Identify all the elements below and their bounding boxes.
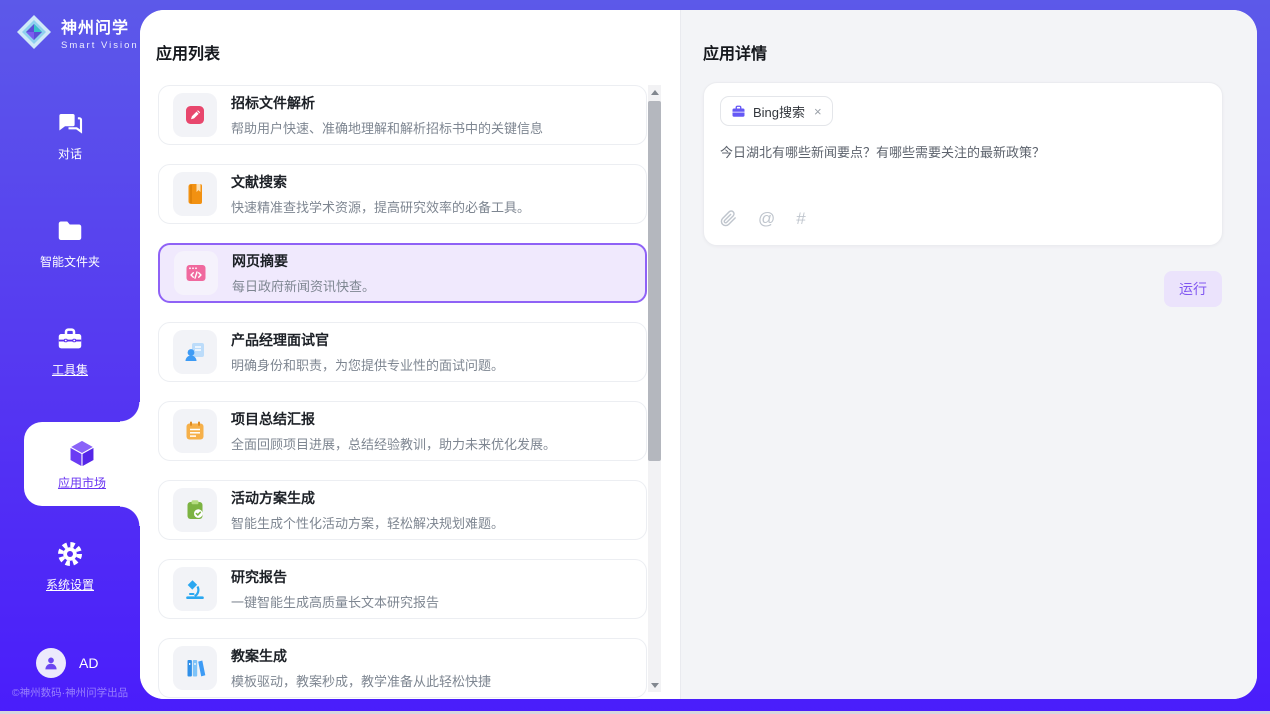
books-icon: [183, 656, 207, 680]
app-name: 项目总结汇报: [231, 409, 556, 429]
sidebar-item-label: 智能文件夹: [40, 253, 100, 270]
hashtag-icon[interactable]: #: [796, 210, 805, 227]
person-icon: [42, 654, 60, 672]
pen-square-icon: [183, 103, 207, 127]
sidebar-item-label: 系统设置: [46, 576, 94, 593]
paperclip-icon[interactable]: [720, 210, 737, 227]
tool-tag-label: Bing搜索: [753, 102, 805, 121]
app-card-lesson-plan[interactable]: 教案生成 模板驱动，教案秒成，教学准备从此轻松快捷: [158, 638, 647, 698]
user-name: AD: [79, 655, 98, 671]
app-desc: 明确身份和职责，为您提供专业性的面试问题。: [231, 355, 504, 374]
diamond-logo-icon: [14, 12, 54, 52]
sidebar-item-smart-folder[interactable]: 智能文件夹: [0, 216, 140, 270]
user-account[interactable]: AD: [36, 648, 98, 678]
sidebar-item-label: 对话: [58, 145, 82, 162]
sidebar: 神州问学 Smart Vision 对话 智能文件夹 工具集: [0, 0, 140, 714]
app-name: 文献搜索: [231, 172, 530, 192]
note-icon: [183, 419, 207, 443]
book-icon: [183, 182, 207, 206]
folder-icon: [55, 216, 85, 246]
brand-subtitle: Smart Vision: [61, 40, 139, 51]
app-name: 产品经理面试官: [231, 330, 504, 350]
brand-name: 神州问学: [61, 14, 139, 38]
tag-close-icon[interactable]: ×: [814, 104, 822, 119]
app-desc: 全面回顾项目进展，总结经验教训，助力未来优化发展。: [231, 434, 556, 453]
app-list-title: 应用列表: [156, 40, 220, 64]
arrow-down-icon: [651, 683, 659, 688]
sidebar-item-chat[interactable]: 对话: [0, 108, 140, 162]
app-card-literature-search[interactable]: 文献搜索 快速精准查找学术资源，提高研究效率的必备工具。: [158, 164, 647, 224]
brand-logo: 神州问学 Smart Vision: [14, 12, 139, 52]
app-list: 招标文件解析 帮助用户快速、准确地理解和解析招标书中的关键信息 文献搜索 快速精…: [158, 85, 647, 699]
sidebar-item-toolset[interactable]: 工具集: [0, 324, 140, 378]
app-list-scrollbar[interactable]: [648, 85, 661, 692]
sidebar-item-label: 应用市场: [58, 474, 106, 491]
person-doc-icon: [183, 340, 207, 364]
app-detail-title: 应用详情: [703, 40, 767, 64]
browser-code-icon: [184, 261, 208, 285]
copyright-text: ©神州数码·神州问学出品: [0, 685, 140, 700]
app-desc: 快速精准查找学术资源，提高研究效率的必备工具。: [231, 197, 530, 216]
app-name: 活动方案生成: [231, 488, 504, 508]
scroll-up-button[interactable]: [648, 85, 661, 99]
app-card-pm-interviewer[interactable]: 产品经理面试官 明确身份和职责，为您提供专业性的面试问题。: [158, 322, 647, 382]
app-name: 网页摘要: [232, 251, 375, 271]
bubble-notch-bottom: [120, 506, 140, 526]
sidebar-item-label: 工具集: [52, 361, 88, 378]
main-content: 应用列表 招标文件解析 帮助用户快速、准确地理解和解析招标书中的关键信息: [140, 10, 1257, 699]
mention-icon[interactable]: @: [758, 210, 775, 227]
clipboard-check-icon: [183, 498, 207, 522]
app-detail-panel: 应用详情 Bing搜索 × 今日湖北有哪些新闻要点？有哪些需要关注的最新政策？ …: [680, 10, 1257, 699]
app-name: 招标文件解析: [231, 93, 543, 113]
scroll-down-button[interactable]: [648, 678, 661, 692]
app-card-event-plan[interactable]: 活动方案生成 智能生成个性化活动方案，轻松解决规划难题。: [158, 480, 647, 540]
app-desc: 每日政府新闻资讯快查。: [232, 276, 375, 295]
cube-icon: [66, 437, 98, 469]
app-name: 研究报告: [231, 567, 439, 587]
sidebar-item-settings[interactable]: 系统设置: [0, 539, 140, 593]
tool-tag-bing-search[interactable]: Bing搜索 ×: [720, 96, 833, 126]
app-card-project-summary[interactable]: 项目总结汇报 全面回顾项目进展，总结经验教训，助力未来优化发展。: [158, 401, 647, 461]
input-toolbar: @ #: [720, 210, 806, 227]
gear-icon: [55, 539, 85, 569]
app-name: 教案生成: [231, 646, 491, 666]
toolbox-icon: [55, 324, 85, 354]
run-button[interactable]: 运行: [1164, 271, 1222, 307]
sidebar-item-app-market[interactable]: 应用市场: [24, 422, 140, 506]
app-desc: 智能生成个性化活动方案，轻松解决规划难题。: [231, 513, 504, 532]
briefcase-icon: [731, 104, 746, 119]
avatar: [36, 648, 66, 678]
question-text[interactable]: 今日湖北有哪些新闻要点？有哪些需要关注的最新政策？: [720, 143, 1200, 163]
arrow-up-icon: [651, 90, 659, 95]
scrollbar-thumb[interactable]: [648, 101, 661, 461]
bubble-notch-top: [120, 402, 140, 422]
app-card-research-report[interactable]: 研究报告 一键智能生成高质量长文本研究报告: [158, 559, 647, 619]
chat-icon: [55, 108, 85, 138]
app-card-web-summary[interactable]: 网页摘要 每日政府新闻资讯快查。: [158, 243, 647, 303]
app-list-panel: 应用列表 招标文件解析 帮助用户快速、准确地理解和解析招标书中的关键信息: [140, 10, 680, 699]
app-card-tender-analysis[interactable]: 招标文件解析 帮助用户快速、准确地理解和解析招标书中的关键信息: [158, 85, 647, 145]
app-desc: 一键智能生成高质量长文本研究报告: [231, 592, 439, 611]
app-desc: 模板驱动，教案秒成，教学准备从此轻松快捷: [231, 671, 491, 690]
microscope-icon: [183, 577, 207, 601]
app-desc: 帮助用户快速、准确地理解和解析招标书中的关键信息: [231, 118, 543, 137]
prompt-input-card[interactable]: Bing搜索 × 今日湖北有哪些新闻要点？有哪些需要关注的最新政策？ @ #: [703, 82, 1223, 246]
